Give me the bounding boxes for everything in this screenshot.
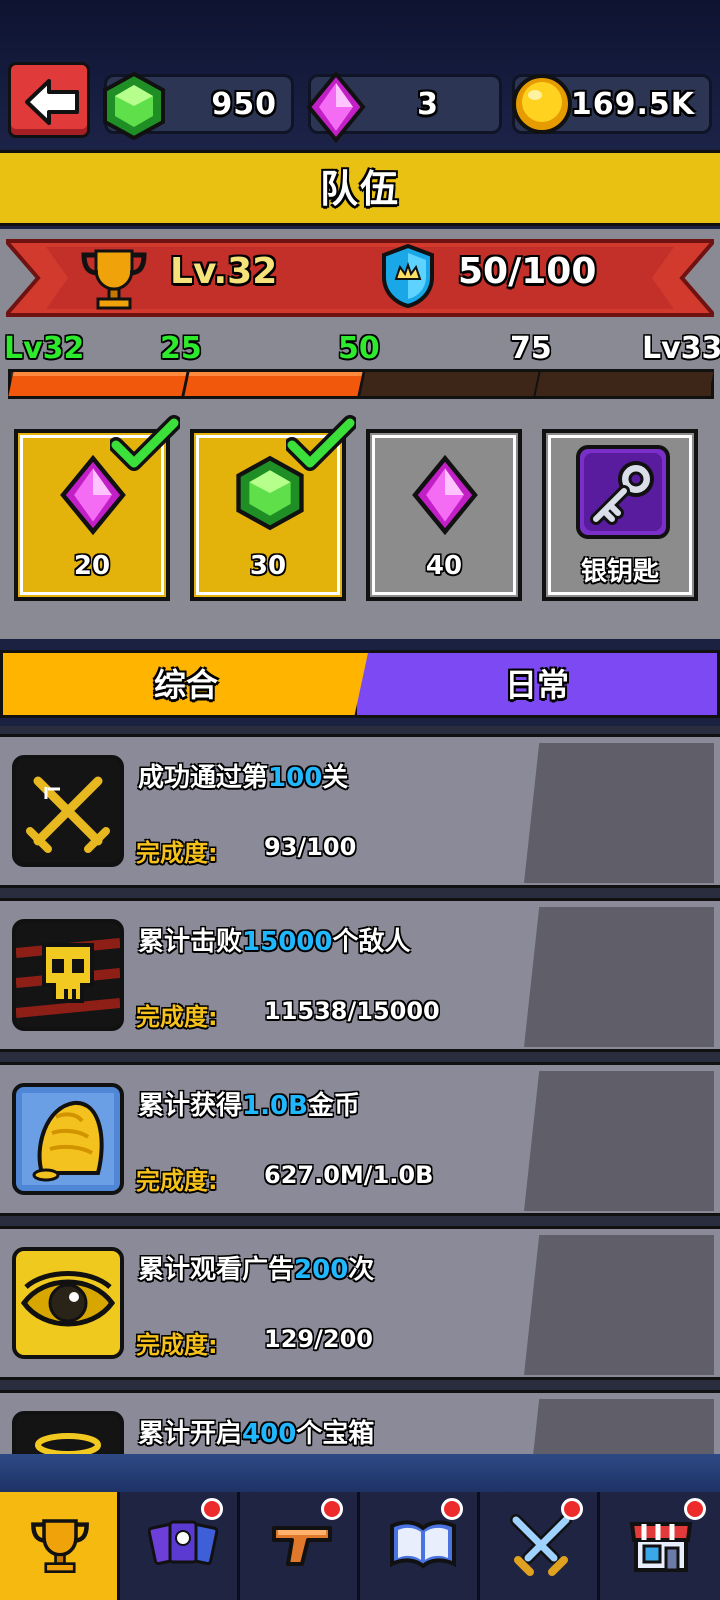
emerald-counter[interactable]: 950 [103,71,294,141]
nav-book[interactable] [360,1492,480,1600]
quest-progress-value: 627.0M/1.0B [264,1161,434,1189]
book-icon [390,1520,456,1569]
level-progress-bar [8,369,714,399]
diamond-counter[interactable]: 3 [306,71,502,143]
progress-segment [8,372,190,396]
pistol-icon [272,1526,332,1566]
gold-pile-icon [12,1083,124,1195]
quest-title: 成功通过第100关 [138,763,349,793]
shop-icon [629,1522,693,1572]
quest-claim-area[interactable] [524,1071,714,1211]
pink-diamond-icon [306,71,366,143]
quest-claim-area[interactable] [524,1399,714,1454]
crossed-swords-icon [12,755,124,867]
quest-row[interactable]: 累计观看广告200次 完成度: 129/200 [0,1226,720,1380]
back-button[interactable] [8,62,90,138]
milestone-25: 25 [160,331,202,366]
quest-progress-value: 93/100 [264,833,357,861]
reward-amount: 20 [73,551,111,581]
tab-bar: 综合 日常 [0,646,720,722]
progress-segment [359,372,541,396]
swords-icon [510,1514,572,1576]
emerald-count: 950 [211,87,277,122]
notification-dot [684,1498,706,1520]
quest-title: 累计获得1.0B金币 [138,1091,360,1121]
quest-row[interactable]: 累计获得1.0B金币 完成度: 627.0M/1.0B [0,1062,720,1216]
eye-icon [12,1247,124,1359]
milestone-start: Lv32 [4,331,85,366]
reward-card-2[interactable]: 30 [190,415,356,601]
nav-cards[interactable] [120,1492,240,1600]
quest-row[interactable]: 累计击败15000个敌人 完成度: 11538/15000 [0,898,720,1052]
coin-counter[interactable]: 169.5K [512,74,712,134]
notification-dot [201,1498,223,1520]
progress-segment [535,372,714,396]
quest-title: 累计开启400个宝箱 [138,1419,375,1449]
level-points: 50/100 [458,251,597,292]
nav-weapons[interactable] [240,1492,360,1600]
reward-card-1[interactable]: 20 [14,415,180,601]
quest-progress-value: 11538/15000 [264,997,440,1025]
quest-title: 累计击败15000个敌人 [138,927,411,957]
silver-key-icon [576,445,670,539]
cards-icon [148,1520,218,1566]
notification-dot [561,1498,583,1520]
quest-claim-area[interactable] [524,1235,714,1375]
gold-coin-icon [512,74,572,134]
milestone-75: 75 [510,331,552,366]
level-panel: Lv.32 50/100 Lv32 25 50 75 Lv33 20 30 40… [0,229,720,639]
claimed-check-icon [286,415,356,471]
level-value: Lv.32 [170,251,278,292]
skull-icon [12,919,124,1031]
trophy-icon [31,1519,89,1573]
quest-progress-label: 完成度: [136,1003,218,1031]
top-bar: 950 3 169.5K [0,0,720,148]
nav-divider [0,1454,720,1492]
tab-daily-label: 日常 [504,666,569,704]
quest-row[interactable]: 累计开启400个宝箱 [0,1390,720,1454]
milestone-end: Lv33 [642,331,720,366]
coin-count: 169.5K [570,87,695,122]
nav-trophy[interactable] [0,1492,120,1600]
trophy-icon [81,249,147,310]
quest-claim-area[interactable] [524,743,714,883]
quest-progress-label: 完成度: [136,1167,218,1195]
milestone-50: 50 [338,331,380,366]
quest-title: 累计观看广告200次 [138,1255,375,1285]
diamond-count: 3 [417,87,439,122]
nav-shop[interactable] [600,1492,720,1600]
pink-gem-icon [412,455,478,535]
quest-progress-label: 完成度: [136,839,218,867]
shield-crown-icon [382,243,434,309]
nav-battle[interactable] [480,1492,600,1600]
emerald-icon [103,71,165,141]
chest-halo-icon [12,1411,124,1454]
page-title: 队伍 [319,167,400,211]
page-title-bar: 队伍 [0,150,720,226]
notification-dot [321,1498,343,1520]
tab-general[interactable]: 综合 [0,650,372,718]
reward-amount: 40 [425,551,463,581]
reward-card-3[interactable]: 40 [366,429,522,601]
tab-daily[interactable]: 日常 [354,650,720,718]
bottom-nav [0,1492,720,1600]
reward-card-4[interactable]: 银钥匙 [542,429,698,601]
progress-segment [184,372,366,396]
quest-list[interactable]: 成功通过第100关 完成度: 93/100 累计击败15000个敌人 完成度: … [0,726,720,1454]
back-arrow-icon [25,79,79,125]
quest-claim-area[interactable] [524,907,714,1047]
reward-amount: 30 [249,551,287,581]
notification-dot [441,1498,463,1520]
tab-general-label: 综合 [153,666,218,704]
reward-amount: 银钥匙 [580,557,659,587]
quest-progress-label: 完成度: [136,1331,218,1359]
quest-row[interactable]: 成功通过第100关 完成度: 93/100 [0,734,720,888]
quest-progress-value: 129/200 [264,1325,373,1353]
claimed-check-icon [110,415,180,471]
